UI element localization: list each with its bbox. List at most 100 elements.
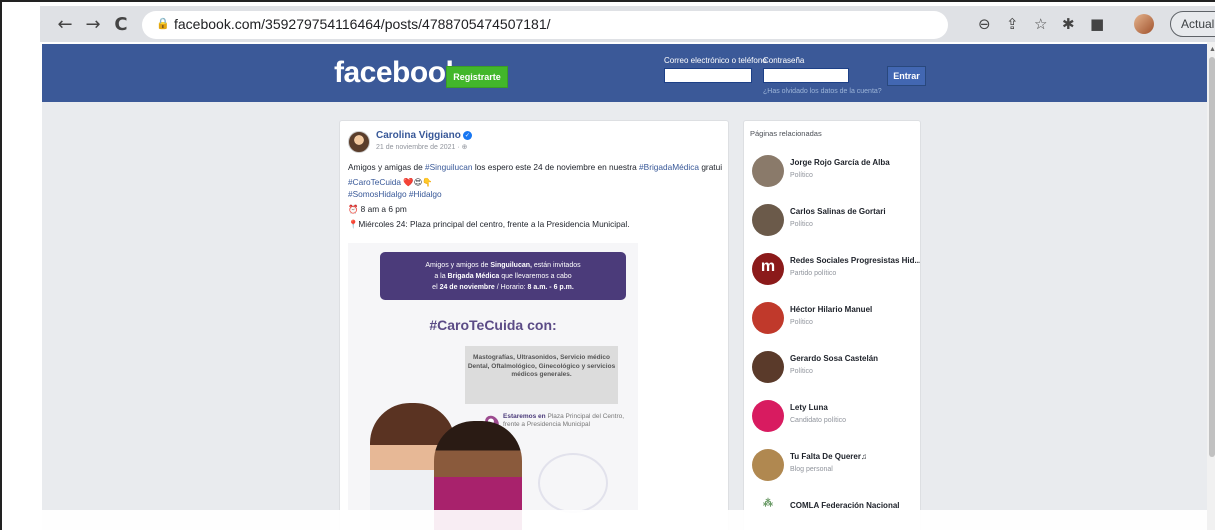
facebook-logo[interactable]: facebook (334, 56, 462, 90)
hashtag-brigadamedica[interactable]: #BrigadaMédica (639, 162, 699, 172)
password-field[interactable] (763, 68, 849, 83)
post-place: Miércoles 24: Plaza principal del centro… (358, 219, 630, 229)
emoji-group: ❤️😍👇 (403, 177, 433, 187)
post-line-4: ⏰ 8 am a 6 pm (348, 203, 722, 215)
address-bar[interactable]: 🔒 facebook.com/359279754116464/posts/478… (142, 11, 948, 39)
pin-icon: 📍 (348, 219, 359, 229)
author-name[interactable]: Carolina Viggiano (376, 130, 461, 141)
profile-avatar[interactable] (1134, 14, 1154, 34)
banner-l2a: a la (434, 273, 448, 280)
related-pages-header: Páginas relacionadas (750, 129, 822, 138)
arrow-left-icon[interactable]: ← (54, 14, 76, 36)
post-author[interactable]: Carolina Viggiano ✓ (376, 130, 472, 141)
related-page-item[interactable]: Gerardo Sosa Castelán Político (752, 351, 920, 395)
image-banner: Amigos y amigos de Singuilucan, están in… (380, 252, 626, 300)
browser-toolbar: ← → C 🔒 facebook.com/359279754116464/pos… (40, 6, 1215, 42)
location-text: Estaremos en Plaza Principal del Centro,… (503, 413, 633, 428)
post-date[interactable]: 21 de noviembre de 2021 · ⊕ (376, 143, 468, 151)
verified-icon: ✓ (462, 130, 472, 140)
facebook-header: facebook Registrarte Correo electrónico … (42, 44, 1207, 102)
password-label: Contraseña (763, 56, 805, 65)
related-page-avatar[interactable] (752, 155, 784, 187)
post-text-1c: gratuita. (701, 162, 722, 172)
banner-line-2: a la Brigada Médica que llevaremos a cab… (380, 271, 626, 282)
hashtag-hidalgo[interactable]: #Hidalgo (409, 189, 442, 199)
register-button[interactable]: Registrarte (446, 66, 508, 88)
related-page-name[interactable]: COMLA Federación Nacional (790, 501, 900, 510)
alarm-clock-icon: ⏰ (348, 204, 359, 214)
post-body: Amigos y amigas de #Singuilucan los espe… (348, 161, 722, 230)
related-page-item[interactable]: m Redes Sociales Progresistas Hid... Parti… (752, 253, 920, 297)
related-page-category: Candidato político (790, 417, 847, 424)
related-page-name[interactable]: Carlos Salinas de Gortari (790, 207, 886, 216)
related-page-item[interactable]: Tu Falta De Querer♫ Blog personal (752, 449, 920, 493)
related-page-name[interactable]: Jorge Rojo García de Alba (790, 158, 890, 167)
related-page-category: Político (790, 172, 813, 179)
related-page-avatar[interactable] (752, 400, 784, 432)
star-icon[interactable]: ☆ (1034, 15, 1047, 33)
post-line-3: #SomosHidalgo #Hidalgo (348, 188, 722, 200)
post-text-1a: Amigos y amigas de (348, 162, 426, 172)
reload-icon[interactable]: C (110, 14, 132, 36)
forgot-account-link[interactable]: ¿Has olvidado los datos de la cuenta? (763, 88, 882, 95)
related-page-item[interactable]: Lety Luna Candidato político (752, 400, 920, 444)
banner-l1a: Amigos y amigos de (425, 262, 491, 269)
scrollbar-thumb[interactable] (1209, 57, 1215, 457)
arrow-right-icon[interactable]: → (82, 14, 104, 36)
post-line-5: 📍Miércoles 24: Plaza principal del centr… (348, 218, 722, 230)
lock-icon: 🔒 (156, 17, 170, 30)
related-page-name[interactable]: Héctor Hilario Manuel (790, 305, 872, 314)
related-page-avatar[interactable] (752, 204, 784, 236)
related-page-name[interactable]: Tu Falta De Querer♫ (790, 452, 867, 461)
related-page-item[interactable]: Héctor Hilario Manuel Político (752, 302, 920, 346)
post-card: Carolina Viggiano ✓ 21 de noviembre de 20… (339, 120, 729, 530)
related-page-avatar[interactable] (752, 351, 784, 383)
banner-l3d: 8 a.m. - 6 p.m. (527, 284, 574, 291)
services-box: Mastografías, Ultrasonidos, Servicio méd… (465, 346, 618, 404)
banner-line-3: el 24 de noviembre / Horario: 8 a.m. - 6… (380, 282, 626, 293)
extensions-icon[interactable]: ✱ (1062, 15, 1075, 33)
related-page-avatar[interactable]: m (752, 253, 784, 285)
login-button[interactable]: Entrar (887, 66, 926, 86)
banner-l1b: Singuilucan, (490, 262, 532, 269)
email-field[interactable] (664, 68, 752, 83)
post-image[interactable]: Amigos y amigos de Singuilucan, están in… (348, 243, 638, 530)
related-page-category: Político (790, 221, 813, 228)
related-page-name[interactable]: Gerardo Sosa Castelán (790, 354, 878, 363)
share-icon[interactable]: ⇪ (1006, 15, 1019, 33)
hashtag-somoshidalgo[interactable]: #SomosHidalgo (348, 189, 407, 199)
related-page-name[interactable]: Lety Luna (790, 403, 828, 412)
sidepanel-icon[interactable]: ■ (1090, 15, 1104, 33)
location-bold: Estaremos en (503, 413, 546, 420)
scroll-up-arrow-icon[interactable]: ▲ (1209, 46, 1215, 53)
related-page-item[interactable]: Jorge Rojo García de Alba Político (752, 155, 920, 199)
zoom-icon[interactable]: ⊖ (978, 15, 991, 33)
banner-l2b: Brigada Médica (447, 273, 500, 280)
post-date-text[interactable]: 21 de noviembre de 2021 · (376, 144, 462, 151)
related-pages-panel: Páginas relacionadas Jorge Rojo García d… (743, 120, 921, 530)
author-avatar[interactable] (348, 131, 370, 153)
related-page-category: Partido político (790, 270, 837, 277)
stethoscope-graphic (538, 453, 608, 513)
related-page-avatar[interactable] (752, 449, 784, 481)
hashtag-carotecuida[interactable]: #CaroTeCuida (348, 177, 401, 187)
post-line-2: #CaroTeCuida ❤️😍👇 (348, 176, 722, 188)
browser-window: ← → C 🔒 facebook.com/359279754116464/pos… (0, 0, 1215, 530)
update-button[interactable]: Actualizar ⋮ (1170, 11, 1215, 37)
related-page-name[interactable]: Redes Sociales Progresistas Hid... (790, 256, 920, 265)
related-page-avatar[interactable] (752, 302, 784, 334)
related-page-category: Político (790, 368, 813, 375)
post-line-1: Amigos y amigas de #Singuilucan los espe… (348, 161, 722, 173)
hashtag-singuilucan[interactable]: #Singuilucan (425, 162, 473, 172)
banner-l2c: que llevaremos a cabo (499, 273, 572, 280)
update-button-label: Actualizar (1181, 17, 1215, 31)
related-page-item[interactable]: Carlos Salinas de Gortari Político (752, 204, 920, 248)
globe-icon: ⊕ (461, 143, 468, 151)
related-page-category: Político (790, 319, 813, 326)
banner-l1c: están invitados (531, 262, 581, 269)
post-text-1b: los espero este 24 de noviembre en nuest… (472, 162, 640, 172)
banner-line-1: Amigos y amigos de Singuilucan, están in… (380, 260, 626, 271)
related-page-category: Blog personal (790, 466, 833, 473)
image-title: #CaroTeCuida con: (429, 317, 557, 333)
url-text[interactable]: facebook.com/359279754116464/posts/47887… (174, 16, 551, 32)
